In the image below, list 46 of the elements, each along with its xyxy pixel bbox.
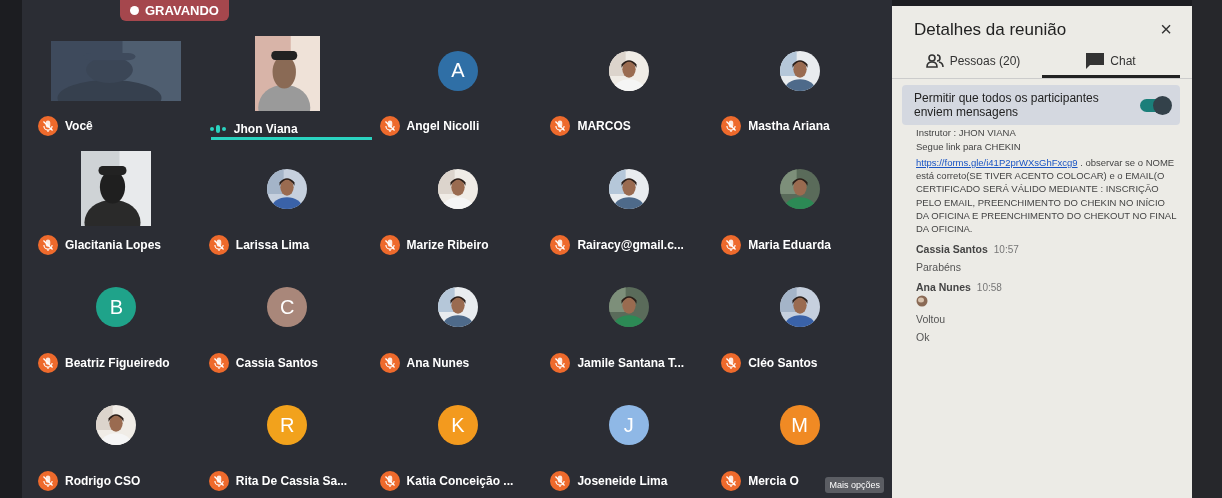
recording-badge: GRAVANDO: [120, 0, 229, 21]
tooltip: Mais opções: [825, 477, 884, 493]
participant-name: Ana Nunes: [406, 355, 470, 370]
close-button[interactable]: ×: [1156, 18, 1176, 41]
participant-name: Beatriz Figueiredo: [65, 355, 170, 370]
participant-name: Mastha Ariana: [748, 119, 830, 134]
tab[interactable]: Pessoas (20): [904, 45, 1042, 78]
participant-name: Você: [65, 119, 93, 134]
participant-name: Glacitania Lopes: [65, 237, 162, 252]
avatar-initial: R: [267, 405, 308, 446]
message-text: Ok: [916, 331, 930, 344]
avatar-initial: M: [779, 405, 820, 446]
avatar-initial: B: [96, 287, 137, 328]
chat-icon: [1086, 53, 1105, 69]
toggle-label: Permitir que todos os participantes enviem mensagens: [914, 91, 1100, 119]
avatar-initial: C: [267, 287, 308, 328]
toggle-switch[interactable]: [1140, 98, 1170, 112]
participant-name: Jhon Viana: [233, 122, 298, 137]
participant-name: Angel Nicolli: [406, 119, 480, 134]
participant-name: Maria Eduarda: [748, 237, 831, 252]
message-text: Parabéns: [916, 261, 961, 274]
avatar-initial: A: [438, 50, 478, 91]
message-sender: Ana Nunes 10:58: [916, 281, 1002, 294]
participant-name: MARCOS: [577, 119, 631, 134]
participant-name: Katia Conceição ...: [406, 474, 514, 488]
link[interactable]: https://forms.gle/i41P2prWXsGhFxcg9: [916, 156, 1078, 168]
avatar-initial: J: [608, 405, 649, 446]
message-text: Segue link para CHEKIN: [916, 141, 1021, 154]
participant-name: Larissa Lima: [235, 237, 310, 252]
participant-name: Cléo Santos: [748, 355, 818, 370]
message-text: https://forms.gle/i41P2prWXsGhFxcg9 . observar se o NOME está correto(SE TIVER ACENTO COLOCAR) e o EMAIL(O CERTIFICADO SERÁ VÁLIDO MEDIANTE : INSCRIÇÃO PELO EMAIL, PREENCHIMENTO DO CHEKIN NO INÍCIO DA OFICINA E PREENCHIMENTO DO CHEKOUT NO FINAL DA OFICINA.: [916, 155, 1178, 236]
panel-title: Detalhes da reunião: [914, 19, 1067, 40]
participant-name: Cassia Santos: [235, 355, 318, 370]
participant-name: Rita De Cassia Sa...: [235, 474, 348, 488]
participant-name: Marize Ribeiro: [406, 237, 489, 252]
message-sender: Cassia Santos 10:57: [916, 243, 1019, 256]
tab[interactable]: Chat: [1042, 45, 1180, 78]
participant-name: Rodrigo CSO: [65, 474, 141, 488]
participant-name: Rairacy@gmail.c...: [577, 237, 684, 252]
participant-name: Jamile Santana T...: [577, 355, 685, 370]
message-text: Voltou: [916, 313, 946, 326]
avatar-initial: K: [438, 405, 478, 446]
participant-name: Joseneide Lima: [577, 474, 668, 488]
message-text: Instrutor : JHON VIANA: [916, 127, 1016, 140]
participant-name: Mercia O: [748, 474, 799, 488]
people-icon: [925, 54, 944, 68]
